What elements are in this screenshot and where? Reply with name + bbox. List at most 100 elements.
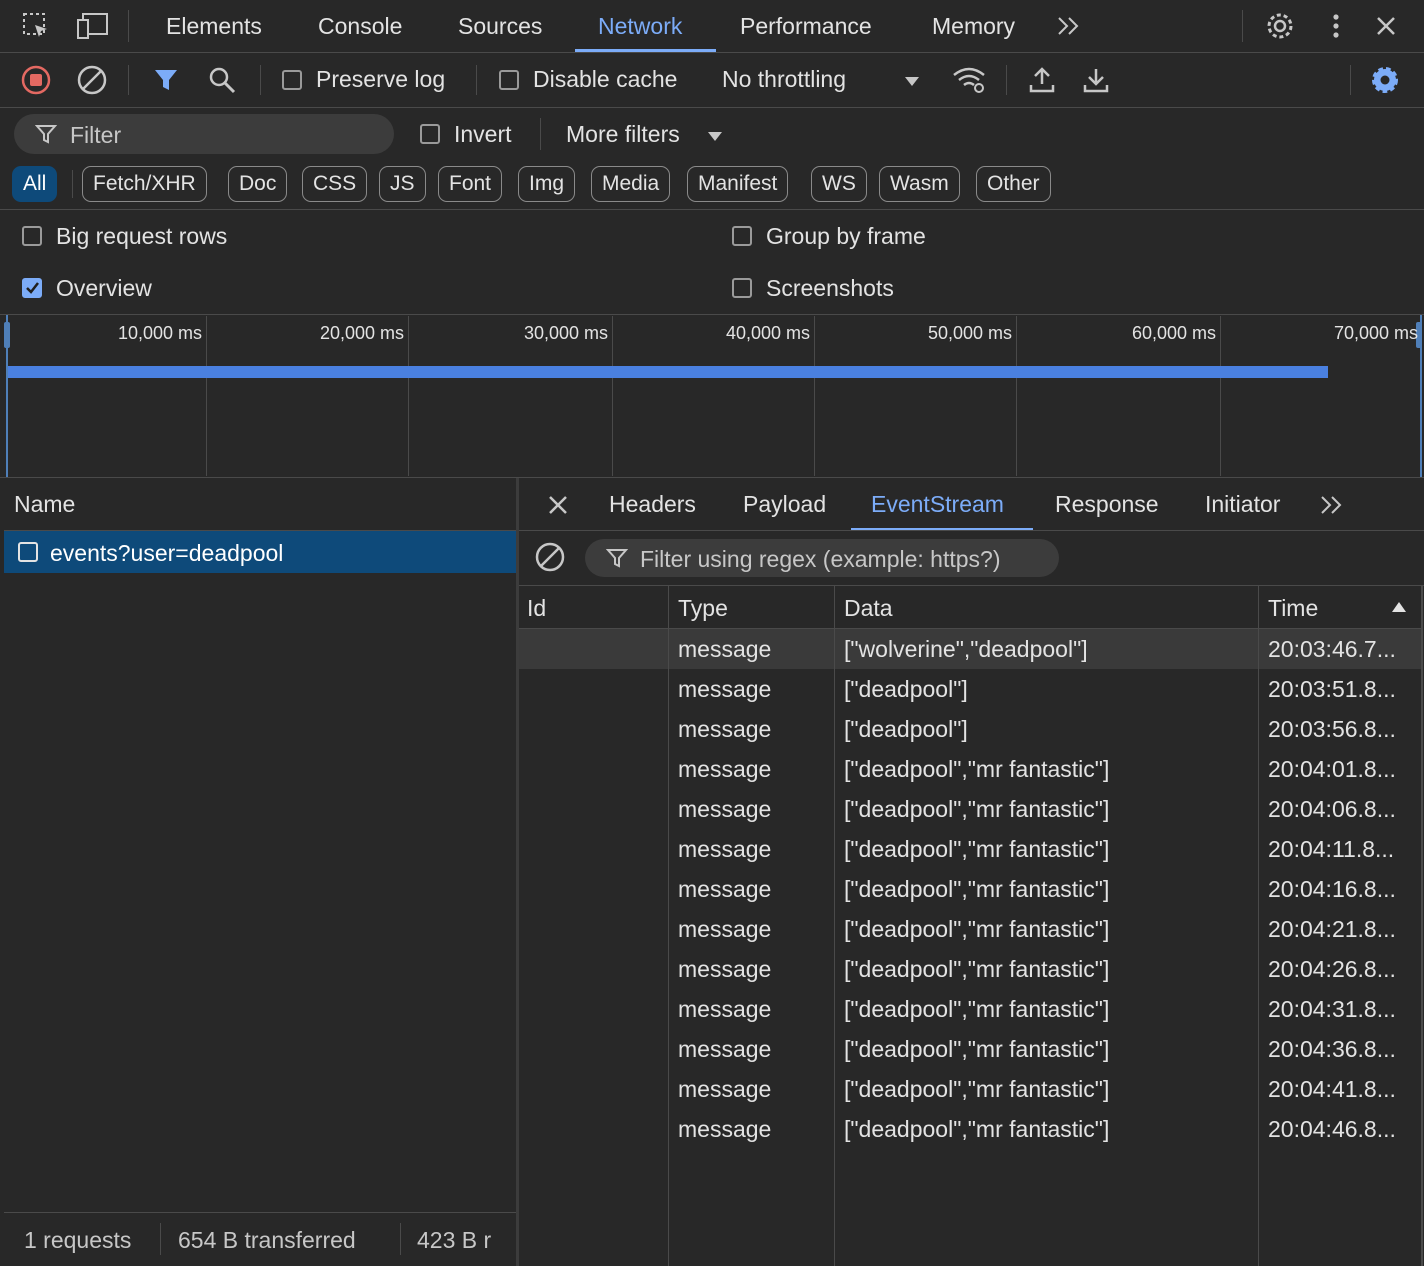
event-id xyxy=(527,1109,657,1149)
filter-chip-font[interactable]: Font xyxy=(438,166,503,202)
event-row[interactable]: message ["deadpool","mr fantastic"] 20:04:… xyxy=(519,749,1423,789)
toolbar-divider xyxy=(476,65,477,95)
overview-checkbox[interactable] xyxy=(22,278,42,298)
disable-cache-label: Disable cache xyxy=(533,66,678,92)
filter-chip-fetch-xhr[interactable]: Fetch/XHR xyxy=(82,166,207,202)
data-column-header[interactable]: Data xyxy=(844,586,893,628)
tab-performance[interactable]: Performance xyxy=(740,0,872,52)
filter-input[interactable]: Filter xyxy=(14,114,394,154)
filter-chip-wasm[interactable]: Wasm xyxy=(879,166,960,202)
network-conditions-icon[interactable] xyxy=(950,63,988,97)
disable-cache-checkbox[interactable] xyxy=(499,70,519,90)
toolbar-divider xyxy=(128,65,129,95)
more-tabs-chevron-icon[interactable] xyxy=(1052,10,1084,42)
regex-filter-input[interactable]: Filter using regex (example: https?) xyxy=(585,539,1059,577)
group-by-frame-label: Group by frame xyxy=(766,223,926,249)
more-filters-dropdown[interactable]: More filters xyxy=(560,114,736,154)
event-row[interactable]: message ["deadpool","mr fantastic"] 20:04:… xyxy=(519,989,1423,1029)
more-filters-label: More filters xyxy=(566,121,680,147)
throttling-select[interactable]: No throttling xyxy=(716,57,934,103)
big-request-rows-checkbox[interactable] xyxy=(22,226,42,246)
event-type: message xyxy=(678,836,772,862)
close-devtools-icon[interactable] xyxy=(1370,9,1402,43)
event-id xyxy=(527,1029,657,1069)
event-data: ["deadpool","mr fantastic"] xyxy=(844,996,1110,1022)
timeline-tick-label: 60,000 ms xyxy=(1131,323,1216,343)
event-data: ["deadpool","mr fantastic"] xyxy=(844,836,1110,862)
request-name: events?user=deadpool xyxy=(50,540,284,566)
device-toolbar-icon[interactable] xyxy=(74,10,110,42)
request-row-checkbox[interactable] xyxy=(18,542,38,562)
filter-funnel-icon[interactable] xyxy=(148,63,184,97)
name-column-header[interactable]: Name xyxy=(14,491,75,518)
export-har-download-icon[interactable] xyxy=(1078,63,1114,97)
filter-chip-doc[interactable]: Doc xyxy=(228,166,288,202)
detail-tab-eventstream[interactable]: EventStream xyxy=(871,478,1004,530)
resources-size: 423 B r xyxy=(417,1227,492,1253)
filter-chip-other[interactable]: Other xyxy=(976,166,1051,202)
event-data: ["deadpool","mr fantastic"] xyxy=(844,876,1110,902)
type-column-header[interactable]: Type xyxy=(678,586,728,628)
filter-chip-media[interactable]: Media xyxy=(591,166,671,202)
chip-divider xyxy=(72,170,73,198)
detail-tab-response[interactable]: Response xyxy=(1055,478,1159,530)
more-options-icon[interactable] xyxy=(1322,9,1350,43)
main-toolbar: Elements Console Sources Network Performance… xyxy=(0,0,1424,52)
event-row[interactable]: message ["deadpool","mr fantastic"] 20:04:… xyxy=(519,869,1423,909)
column-divider xyxy=(668,586,669,1266)
event-time: 20:04:36.8... xyxy=(1268,1036,1396,1062)
detail-tab-headers[interactable]: Headers xyxy=(609,478,696,530)
preserve-log-checkbox[interactable] xyxy=(282,70,302,90)
timeline-gridline xyxy=(1016,316,1017,476)
clear-messages-icon[interactable] xyxy=(533,540,567,574)
import-har-upload-icon[interactable] xyxy=(1024,63,1060,97)
tab-network[interactable]: Network xyxy=(598,0,682,52)
filter-icon xyxy=(34,123,58,145)
timeline-left-handle[interactable] xyxy=(4,322,10,348)
transferred-size: 654 B transferred xyxy=(178,1227,356,1253)
event-row[interactable]: message ["deadpool","mr fantastic"] 20:04:… xyxy=(519,909,1423,949)
event-row[interactable]: message ["deadpool","mr fantastic"] 20:04:… xyxy=(519,949,1423,989)
close-detail-icon[interactable] xyxy=(543,490,573,520)
more-detail-tabs-chevron-icon[interactable] xyxy=(1315,490,1347,520)
filter-chip-css[interactable]: CSS xyxy=(302,166,368,202)
clear-log-icon[interactable] xyxy=(74,63,110,97)
filter-chip-all[interactable]: All xyxy=(12,166,58,202)
filter-chip-manifest[interactable]: Manifest xyxy=(687,166,789,202)
tab-memory[interactable]: Memory xyxy=(932,0,1015,52)
request-row-selected[interactable]: events?user=deadpool xyxy=(4,531,517,573)
overview-label: Overview xyxy=(56,275,152,301)
event-time: 20:04:21.8... xyxy=(1268,916,1396,942)
search-icon[interactable] xyxy=(204,63,240,97)
time-column-header[interactable]: Time xyxy=(1268,586,1318,628)
event-row[interactable]: message ["deadpool"] 20:03:51.8... xyxy=(519,669,1423,709)
request-list: Name events?user=deadpool 1 requests 654… xyxy=(4,478,517,1266)
screenshots-checkbox[interactable] xyxy=(732,278,752,298)
event-row[interactable]: message ["deadpool","mr fantastic"] 20:04:… xyxy=(519,1029,1423,1069)
tab-sources[interactable]: Sources xyxy=(458,0,542,52)
tab-console[interactable]: Console xyxy=(318,0,402,52)
event-row[interactable]: message ["deadpool"] 20:03:56.8... xyxy=(519,709,1423,749)
inspect-element-icon[interactable] xyxy=(18,10,54,42)
record-stop-icon[interactable] xyxy=(18,63,54,97)
event-row[interactable]: message ["deadpool","mr fantastic"] 20:04:… xyxy=(519,789,1423,829)
event-row[interactable]: message ["wolverine","deadpool"] 20:03:46.… xyxy=(519,629,1423,669)
settings-gear-icon[interactable] xyxy=(1262,9,1298,43)
filter-chip-js[interactable]: JS xyxy=(379,166,426,202)
event-row[interactable]: message ["deadpool","mr fantastic"] 20:04:… xyxy=(519,1069,1423,1109)
network-settings-gear-icon[interactable] xyxy=(1366,62,1404,98)
invert-checkbox[interactable] xyxy=(420,124,440,144)
event-data: ["deadpool","mr fantastic"] xyxy=(844,796,1110,822)
timeline-tick-label: 70,000 ms xyxy=(1333,323,1418,343)
group-by-frame-checkbox[interactable] xyxy=(732,226,752,246)
id-column-header[interactable]: Id xyxy=(527,586,546,628)
detail-tab-payload[interactable]: Payload xyxy=(743,478,826,530)
event-row[interactable]: message ["deadpool","mr fantastic"] 20:04:… xyxy=(519,829,1423,869)
status-divider xyxy=(160,1223,161,1255)
event-row[interactable]: message ["deadpool","mr fantastic"] 20:04:… xyxy=(519,1109,1423,1149)
detail-tab-initiator[interactable]: Initiator xyxy=(1205,478,1280,530)
tab-elements[interactable]: Elements xyxy=(166,0,262,52)
event-data: ["deadpool","mr fantastic"] xyxy=(844,1116,1110,1142)
filter-chip-img[interactable]: Img xyxy=(518,166,576,202)
filter-chip-ws[interactable]: WS xyxy=(811,166,867,202)
